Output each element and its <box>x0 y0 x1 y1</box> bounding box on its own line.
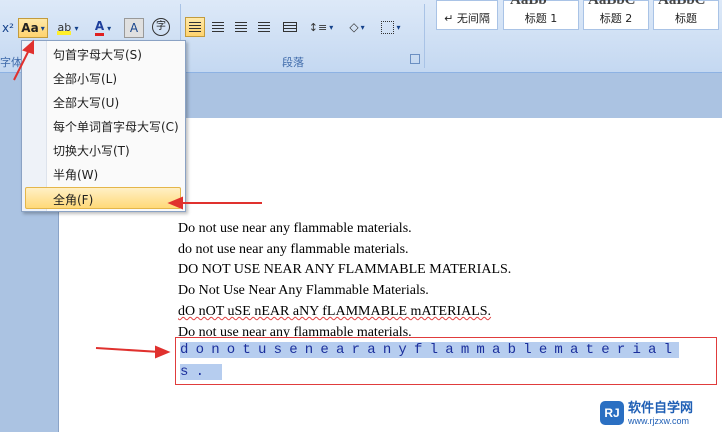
chevron-down-icon: ▾ <box>396 22 401 32</box>
align-left-icon <box>189 22 201 32</box>
distributed-icon <box>283 22 297 32</box>
superscript-button[interactable]: x² <box>0 18 16 38</box>
watermark-url: www.rjzxw.com <box>628 415 690 426</box>
style-heading-2[interactable]: AaBbC 标题 2 <box>583 0 649 30</box>
style-label: 标题 <box>675 12 697 25</box>
line-spacing-icon: ↕≡ <box>308 20 328 34</box>
chevron-down-icon: ▾ <box>329 22 334 32</box>
chevron-down-icon: ▾ <box>360 22 365 32</box>
distributed-button[interactable] <box>280 17 300 37</box>
borders-button[interactable]: ▾ <box>376 17 406 37</box>
style-label: ↵ 无间隔 <box>444 12 490 25</box>
paint-bucket-icon: ◇ <box>349 20 359 34</box>
enclose-char-button[interactable]: 字 <box>150 17 172 37</box>
border-grid-icon <box>381 20 395 34</box>
document-line[interactable]: dO nOT uSE nEAR aNY fLAMMABLE mATERIALS. <box>178 304 491 320</box>
menu-item-highlight <box>25 187 181 209</box>
style-heading-1[interactable]: AaBb 标题 1 <box>503 0 579 30</box>
font-group-label: 字体 <box>0 56 22 69</box>
style-no-spacing[interactable]: ↵ 无间隔 <box>436 0 498 30</box>
style-preview: AaBbC <box>658 0 706 8</box>
chevron-down-icon: ▾ <box>74 23 79 33</box>
watermark-brand: 软件自学网 <box>628 400 694 416</box>
change-case-label: Aa <box>21 21 39 35</box>
dialog-launcher-icon[interactable] <box>410 54 420 64</box>
justify-icon <box>258 22 270 32</box>
menu-item-sentence-case[interactable]: 句首字母大写(S) <box>53 46 142 63</box>
document-line[interactable]: DO NOT USE NEAR ANY FLAMMABLE MATERIALS. <box>178 262 511 278</box>
justify-button[interactable] <box>254 17 274 37</box>
document-line[interactable]: do not use near any flammable materials. <box>178 242 409 258</box>
align-right-icon <box>235 22 247 32</box>
enclose-char-icon: 字 <box>152 18 170 36</box>
char-shading-button[interactable]: A <box>124 18 144 38</box>
chevron-down-icon: ▾ <box>107 23 112 33</box>
change-case-button[interactable]: Aa ▾ <box>18 18 48 38</box>
chevron-down-icon: ▾ <box>40 23 45 33</box>
menu-item-uppercase[interactable]: 全部大写(U) <box>53 94 119 111</box>
align-center-icon <box>212 22 224 32</box>
style-label: 标题 2 <box>599 12 633 25</box>
font-color-icon: A <box>94 20 105 36</box>
document-line[interactable]: Do Not Use Near Any Flammable Materials. <box>178 283 429 299</box>
style-preview: AaBbC <box>588 0 636 8</box>
menu-item-toggle-case[interactable]: 切换大小写(T) <box>53 142 130 159</box>
menu-item-half-width[interactable]: 半角(W) <box>53 166 98 183</box>
menu-item-full-width[interactable]: 全角(F) <box>53 191 93 208</box>
change-case-menu: 句首字母大写(S) 全部小写(L) 全部大写(U) 每个单词首字母大写(C) 切… <box>21 40 186 212</box>
paragraph-group-label: 段落 <box>282 56 304 69</box>
document-line[interactable]: Do not use near any flammable materials. <box>178 325 412 337</box>
style-title[interactable]: AaBbC 标题 <box>653 0 719 30</box>
fullwidth-line[interactable]: donotusenearanyflammablematerial <box>180 342 680 358</box>
align-center-button[interactable] <box>208 17 228 37</box>
menu-item-capitalize-each-word[interactable]: 每个单词首字母大写(C) <box>53 118 179 135</box>
highlighter-icon: ab <box>57 21 72 35</box>
menu-icon-strip <box>22 41 47 211</box>
group-divider <box>424 4 425 68</box>
document-line[interactable]: Do not use near any flammable materials. <box>178 221 412 237</box>
shading-button[interactable]: ◇ ▾ <box>342 17 372 37</box>
style-preview: AaBb <box>510 0 547 8</box>
watermark: RJ 软件自学网 www.rjzxw.com <box>600 398 718 428</box>
fullwidth-line[interactable]: s. <box>180 364 222 380</box>
menu-item-lowercase[interactable]: 全部小写(L) <box>53 70 117 87</box>
font-color-button[interactable]: A ▾ <box>88 18 118 38</box>
rjzxw-logo-icon: RJ <box>600 401 624 425</box>
highlight-button[interactable]: ab ▾ <box>52 18 84 38</box>
align-left-button[interactable] <box>185 17 205 37</box>
line-spacing-button[interactable]: ↕≡ ▾ <box>306 17 336 37</box>
align-right-button[interactable] <box>231 17 251 37</box>
style-label: 标题 1 <box>524 12 558 25</box>
